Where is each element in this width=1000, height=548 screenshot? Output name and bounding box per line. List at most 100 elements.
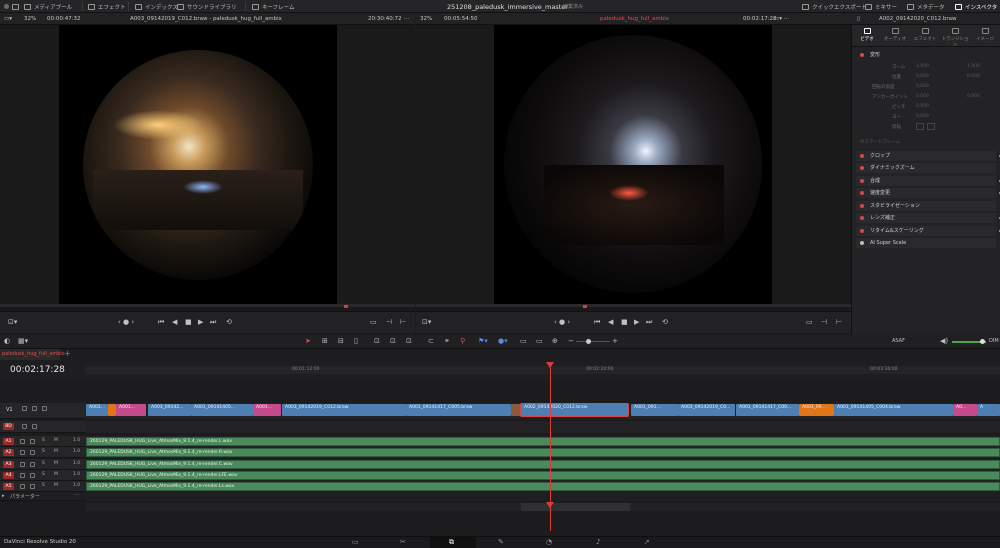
insert-clip-icon[interactable]: ⊡	[374, 337, 380, 345]
param-lane[interactable]	[86, 492, 1000, 501]
bd-lane[interactable]	[86, 421, 1000, 433]
deliver-page-icon[interactable]: ➚	[644, 538, 650, 546]
dim-button[interactable]: DIM	[989, 338, 999, 344]
ai-smart-frame-label[interactable]: AIスマートフレーム	[860, 139, 900, 145]
minimap-viewport[interactable]	[521, 503, 630, 511]
tab-effects[interactable]: エフェクト	[910, 28, 940, 42]
section-composite[interactable]: 合成	[856, 176, 1000, 186]
timeline-loop-button[interactable]: ⟲	[662, 318, 668, 326]
timeline-reverse-button[interactable]: ◀	[608, 318, 613, 326]
marker-icon[interactable]: ●▾	[498, 337, 508, 345]
audio-format-label[interactable]: ASAF	[892, 338, 905, 344]
audio-auto-select-icon[interactable]	[30, 439, 35, 444]
timeline-tab[interactable]: paledusk_hug_full_ambix	[0, 349, 65, 360]
position-lock-icon[interactable]: ⚲	[460, 337, 465, 345]
edit-page-tab[interactable]: ⧉	[430, 537, 476, 548]
timeline-viewer-name[interactable]: paledusk_hug_full_ambix	[600, 16, 669, 22]
topbar-sound-library[interactable]: サウンドライブラリ	[177, 2, 237, 11]
video-clip[interactable]: A003_09...	[799, 404, 834, 416]
audio-lane[interactable]: 260129_PALEDUSK_HUG_Live_AtmosMix_9.1.4_…	[86, 447, 1000, 459]
source-playhead[interactable]	[344, 305, 348, 308]
fairlight-page-icon[interactable]: ♪	[596, 538, 600, 546]
bd-lock-icon[interactable]	[22, 424, 27, 429]
source-clip-name[interactable]: A003_09142019_C012.braw - paledusk_hug_f…	[130, 16, 282, 22]
zoom-detail-icon[interactable]: ▭	[536, 337, 543, 345]
tab-image[interactable]: イメージ	[970, 28, 1000, 42]
app-menu-dot[interactable]	[4, 2, 9, 11]
transform-section[interactable]: 変形	[856, 50, 996, 60]
audio-lane[interactable]: 260129_PALEDUSK_HUG_Live_AtmosMix_9.1.4_…	[86, 436, 1000, 447]
media-page-icon[interactable]: ▭	[352, 538, 359, 546]
video-clip[interactable]: A001_09141405_C004.braw	[834, 404, 953, 416]
audio-lane[interactable]: 260129_PALEDUSK_HUG_Live_AtmosMix_9.1.4_…	[86, 481, 1000, 493]
timeline-first-frame-button[interactable]: ⏮	[594, 318, 600, 327]
flag-icon[interactable]: ⚑▾	[478, 337, 488, 345]
audio-auto-select-icon[interactable]	[30, 461, 35, 467]
audio-auto-select-icon[interactable]	[30, 484, 35, 490]
timeline-out-button[interactable]: ⊢	[836, 318, 842, 326]
topbar-metadata[interactable]: メタデータ	[907, 2, 945, 11]
section-speed-change[interactable]: 速度変更	[856, 188, 1000, 198]
timeline-play-button[interactable]: ▶	[634, 318, 639, 326]
audio-auto-select-icon[interactable]	[30, 450, 35, 456]
timeline-crop-icon[interactable]: ⊡▾	[422, 318, 431, 326]
source-out-button[interactable]: ⊢	[400, 318, 406, 326]
viewer-layout-icon[interactable]: ▭▾ ···	[774, 16, 789, 22]
snapping-icon[interactable]: ⊂	[428, 337, 434, 345]
source-viewer[interactable]	[0, 25, 415, 311]
video-clip[interactable]	[511, 404, 521, 416]
timeline-zoom[interactable]: 32%	[420, 16, 432, 22]
mute-button[interactable]: M	[54, 472, 58, 477]
zoom-out-icon[interactable]: −	[568, 337, 574, 345]
video-clip[interactable]: A	[977, 404, 1000, 416]
audio-auto-select-icon[interactable]	[30, 472, 35, 478]
section-stabilization[interactable]: スタビライゼーション	[856, 201, 996, 211]
timeline-jog-icon[interactable]: ‹ ● ›	[554, 318, 570, 326]
mute-button[interactable]: M	[54, 438, 58, 443]
video-clip[interactable]: A001_09141405...	[191, 404, 253, 416]
source-zoom[interactable]: 32%	[24, 16, 36, 22]
source-crop-icon[interactable]: ⊡▾	[8, 318, 17, 326]
section-crop[interactable]: クロップ	[856, 151, 1000, 161]
audio-lock-icon[interactable]	[20, 461, 25, 467]
audio-lane[interactable]: 260129_PALEDUSK_HUG_Live_AtmosMix_9.1.4_…	[86, 469, 1000, 481]
zoom-custom-icon[interactable]: ⊕	[552, 337, 558, 345]
zoom-full-icon[interactable]: ▭	[520, 337, 527, 345]
solo-button[interactable]: S	[42, 461, 45, 466]
topbar-media-pool[interactable]: メディアプール	[24, 2, 72, 11]
video-clip[interactable]: A001...	[253, 404, 281, 416]
video-clip[interactable]: A002_09142020_C012.braw	[520, 403, 629, 417]
audio-clip[interactable]: 260129_PALEDUSK_HUG_Live_AtmosMix_9.1.4_…	[86, 459, 1000, 469]
prop-anchor-y[interactable]: 0.000	[967, 94, 980, 99]
add-timeline-icon[interactable]: +	[64, 349, 71, 358]
track-visible-icon[interactable]	[42, 406, 47, 411]
prop-zoom-x[interactable]: 1.000	[916, 64, 929, 69]
tab-audio[interactable]: オーディオ	[880, 28, 910, 42]
overwrite-clip-icon[interactable]: ⊡	[390, 337, 396, 345]
video-clip[interactable]: A0...	[953, 404, 977, 416]
timeline-ruler[interactable]: 00:01:12:00 00:02:24:00 00:03:36:00	[86, 366, 1000, 374]
audio-lock-icon[interactable]	[20, 472, 25, 478]
video-clip[interactable]: A003...	[86, 404, 108, 416]
v1-lane[interactable]: A003... A001... A003_09142... A001_09141405…	[86, 403, 1000, 419]
source-last-frame-button[interactable]: ⏭	[210, 318, 216, 327]
prop-pitch-x[interactable]: 0.000	[916, 104, 929, 109]
video-clip[interactable]: A003_09142019_C0...	[678, 404, 735, 416]
video-clip[interactable]: A003_09142019_C012.braw	[282, 404, 406, 416]
prop-position-x[interactable]: 0.000	[916, 74, 929, 79]
flip-h-button[interactable]	[916, 123, 924, 130]
lock-icon[interactable]	[22, 406, 27, 411]
prop-yaw-x[interactable]: 0.000	[916, 114, 929, 119]
dynamic-trim-icon[interactable]: ⊟	[338, 337, 344, 345]
param-options-icon[interactable]: ···	[74, 492, 80, 499]
source-first-frame-button[interactable]: ⏮	[158, 318, 164, 327]
audio-lock-icon[interactable]	[20, 450, 25, 456]
topbar-quick-export[interactable]: クイックエクスポート	[802, 2, 867, 11]
bd-auto-select-icon[interactable]	[32, 424, 37, 429]
section-ai-super-scale[interactable]: AI Super Scale	[856, 238, 996, 248]
timeline-last-frame-button[interactable]: ⏭	[646, 318, 652, 327]
section-dynamic-zoom[interactable]: ダイナミックズーム	[856, 163, 996, 173]
source-mark-icon[interactable]: ▭	[370, 318, 377, 326]
timeline-view-icon[interactable]: ▦▾	[18, 337, 28, 345]
topbar-keyframes[interactable]: キーフレーム	[252, 2, 295, 11]
